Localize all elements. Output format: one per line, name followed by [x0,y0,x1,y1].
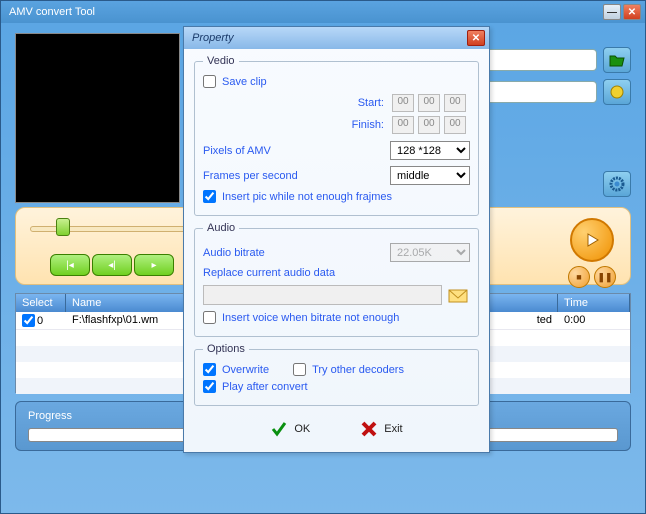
insert-pic-checkbox[interactable] [203,190,216,203]
close-button[interactable]: ✕ [623,4,641,20]
overwrite-row[interactable]: Overwrite [203,361,269,378]
folder-open-icon [609,53,625,67]
insert-pic-row[interactable]: Insert pic while not enough frajmes [203,188,470,205]
ok-label: OK [294,423,310,435]
audio-legend: Audio [203,222,239,234]
fps-label: Frames per second [203,170,298,182]
play-button[interactable] [570,218,614,262]
bitrate-label: Audio bitrate [203,247,265,259]
start-mm[interactable]: 00 [418,94,440,112]
pause-button[interactable]: ❚❚ [594,266,616,288]
play-icon [584,232,600,248]
save-clip-label: Save clip [222,76,267,88]
main-titlebar: AMV convert Tool — ✕ [1,1,645,23]
overwrite-label: Overwrite [222,364,269,376]
output-folder-button[interactable] [603,79,631,105]
property-dialog: Property ✕ Vedio Save clip Start: 00 00 … [183,26,490,453]
finish-label: Finish: [203,119,388,131]
rewind-button[interactable]: ◂| [92,254,132,276]
disc-icon [609,84,625,100]
ok-button[interactable]: OK [270,420,310,438]
forward-button[interactable]: ▸ [134,254,174,276]
replace-audio-label: Replace current audio data [203,265,470,281]
prev-button[interactable]: |◂ [50,254,90,276]
check-icon [270,420,288,438]
settings-button[interactable] [603,171,631,197]
gear-icon [608,175,626,193]
dialog-close-button[interactable]: ✕ [467,30,485,46]
fps-select[interactable]: middle [390,166,470,185]
window-title: AMV convert Tool [5,6,603,18]
open-file-button[interactable] [603,47,631,73]
row-time: 0:00 [558,312,630,329]
try-decoders-row[interactable]: Try other decoders [293,361,404,378]
insert-voice-checkbox[interactable] [203,311,216,324]
cross-icon [360,420,378,438]
play-after-checkbox[interactable] [203,380,216,393]
dialog-titlebar[interactable]: Property ✕ [184,27,489,49]
bitrate-select: 22.05K [390,243,470,262]
play-after-row[interactable]: Play after convert [203,378,470,395]
video-preview [15,33,180,203]
envelope-icon [447,286,469,304]
col-select[interactable]: Select [16,294,66,312]
try-decoders-checkbox[interactable] [293,363,306,376]
seek-thumb[interactable] [56,218,70,236]
progress-label: Progress [28,410,72,422]
start-hh[interactable]: 00 [392,94,414,112]
overwrite-checkbox[interactable] [203,363,216,376]
options-legend: Options [203,343,249,355]
exit-label: Exit [384,423,402,435]
col-time[interactable]: Time [558,294,630,312]
audio-group: Audio Audio bitrate 22.05K Replace curre… [194,222,479,337]
pixels-select[interactable]: 128 *128 [390,141,470,160]
save-clip-checkbox[interactable] [203,75,216,88]
insert-voice-row[interactable]: Insert voice when bitrate not enough [203,309,470,326]
insert-pic-label: Insert pic while not enough frajmes [222,191,392,203]
dialog-title: Property [188,32,467,44]
row-status: ted [478,312,558,329]
try-decoders-label: Try other decoders [312,364,404,376]
minimize-button[interactable]: — [603,4,621,20]
video-group: Vedio Save clip Start: 00 00 00 Finish: … [194,55,479,216]
pixels-label: Pixels of AMV [203,145,271,157]
col-status[interactable] [478,294,558,312]
play-after-label: Play after convert [222,381,308,393]
insert-voice-label: Insert voice when bitrate not enough [222,312,399,324]
row-index: 0 [37,315,43,327]
finish-ss[interactable]: 00 [444,116,466,134]
video-legend: Vedio [203,55,239,67]
options-group: Options Overwrite Try other decoders Pla… [194,343,479,406]
start-label: Start: [203,97,388,109]
exit-button[interactable]: Exit [360,420,402,438]
finish-mm[interactable]: 00 [418,116,440,134]
save-clip-row[interactable]: Save clip [203,73,470,90]
browse-audio-button[interactable] [446,285,470,305]
finish-hh[interactable]: 00 [392,116,414,134]
stop-button[interactable]: ■ [568,266,590,288]
row-checkbox[interactable] [22,314,35,327]
audio-path-field[interactable] [203,285,442,305]
start-ss[interactable]: 00 [444,94,466,112]
